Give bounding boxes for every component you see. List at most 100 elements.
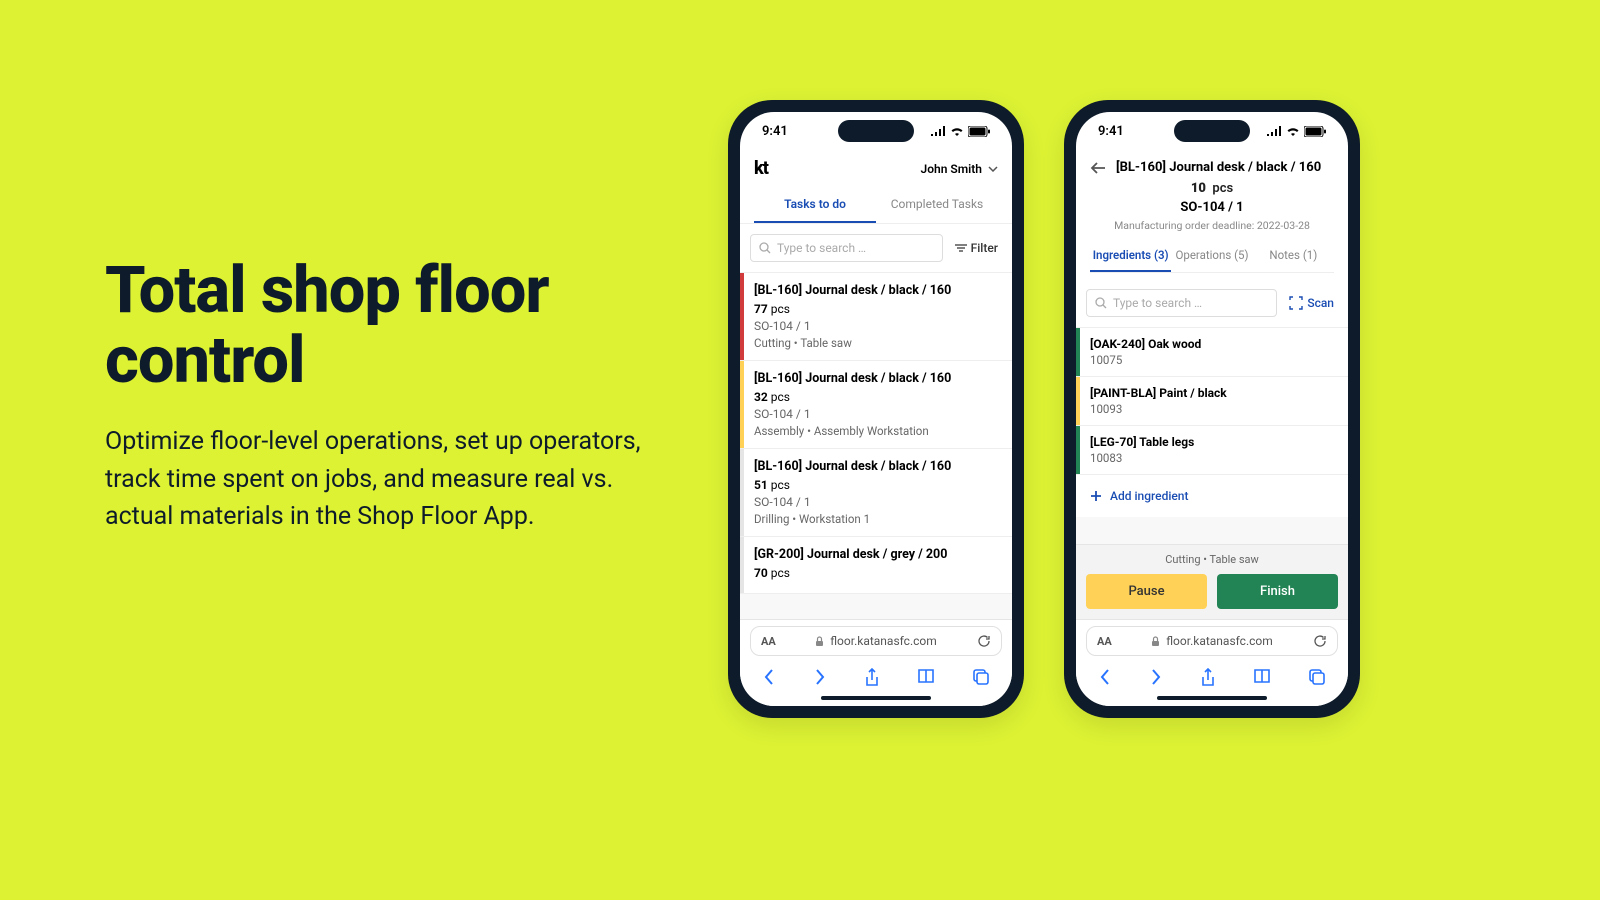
phone-detail: 9:41 [BL-160] Journal desk / black / 160 xyxy=(1064,100,1360,718)
ingredient-title: [PAINT-BLA] Paint / black xyxy=(1090,386,1336,400)
url-bar[interactable]: AA floor.katanasfc.com xyxy=(750,626,1002,656)
ingredient-row[interactable]: [PAINT-BLA] Paint / black 10093 xyxy=(1076,377,1348,426)
back-button[interactable] xyxy=(1090,161,1106,175)
user-menu[interactable]: John Smith xyxy=(921,162,998,176)
scan-button[interactable]: Scan xyxy=(1285,289,1338,317)
status-bar: 9:41 xyxy=(740,112,1012,150)
pause-button[interactable]: Pause xyxy=(1086,574,1207,609)
forward-icon[interactable] xyxy=(813,668,827,688)
arrow-left-icon xyxy=(1090,161,1106,175)
scan-icon xyxy=(1289,296,1303,310)
plus-icon xyxy=(1090,490,1102,502)
task-op: Drilling • Workstation 1 xyxy=(754,512,1000,526)
task-qty: 77 pcs xyxy=(754,302,1000,316)
task-row[interactable]: [BL-160] Journal desk / black / 160 32 p… xyxy=(740,361,1012,449)
search-placeholder: Type to search … xyxy=(777,241,866,255)
detail-qty: 10 pcs xyxy=(1191,181,1233,196)
ingredient-num: 10075 xyxy=(1090,353,1336,367)
lock-icon xyxy=(1151,636,1160,647)
task-qty: 70 pcs xyxy=(754,566,1000,580)
task-so: SO-104 / 1 xyxy=(754,319,1000,333)
tab-tasks-completed[interactable]: Completed Tasks xyxy=(876,187,998,223)
search-placeholder: Type to search … xyxy=(1113,296,1202,310)
detail-deadline: Manufacturing order deadline: 2022-03-28 xyxy=(1090,219,1334,232)
tab-tasks-todo[interactable]: Tasks to do xyxy=(754,187,876,223)
task-row[interactable]: [BL-160] Journal desk / black / 160 77 p… xyxy=(740,273,1012,361)
back-icon[interactable] xyxy=(762,668,776,688)
phone-mockups: 9:41 kt John Smith xyxy=(728,100,1360,718)
task-title: [BL-160] Journal desk / black / 160 xyxy=(754,371,1000,386)
detail-so: SO-104 / 1 xyxy=(1090,200,1334,215)
task-so: SO-104 / 1 xyxy=(754,407,1000,421)
search-icon xyxy=(759,242,771,254)
status-stripe xyxy=(1076,426,1080,474)
search-input[interactable]: Type to search … xyxy=(750,234,943,262)
task-qty: 32 pcs xyxy=(754,390,1000,404)
status-stripe xyxy=(740,449,744,536)
status-stripe xyxy=(740,361,744,448)
detail-title: [BL-160] Journal desk / black / 160 xyxy=(1116,160,1321,175)
forward-icon[interactable] xyxy=(1149,668,1163,688)
task-so: SO-104 / 1 xyxy=(754,495,1000,509)
status-bar: 9:41 xyxy=(1076,112,1348,150)
filter-button[interactable]: Filter xyxy=(951,234,1002,262)
add-ingredient-label: Add ingredient xyxy=(1110,489,1189,503)
task-row[interactable]: [BL-160] Journal desk / black / 160 51 p… xyxy=(740,449,1012,537)
ingredient-row[interactable]: [OAK-240] Oak wood 10075 xyxy=(1076,328,1348,377)
share-icon[interactable] xyxy=(864,668,880,688)
signal-icon xyxy=(930,126,946,136)
filter-icon xyxy=(955,243,967,253)
add-ingredient-button[interactable]: Add ingredient xyxy=(1076,475,1348,517)
task-row[interactable]: [GR-200] Journal desk / grey / 200 70 pc… xyxy=(740,537,1012,594)
tabs-icon[interactable] xyxy=(1308,668,1326,688)
task-list: [BL-160] Journal desk / black / 160 77 p… xyxy=(740,273,1012,619)
task-title: [BL-160] Journal desk / black / 160 xyxy=(754,459,1000,474)
search-input[interactable]: Type to search … xyxy=(1086,289,1277,317)
battery-icon xyxy=(968,126,990,137)
text-size-icon[interactable]: AA xyxy=(761,635,776,648)
tab-ingredients[interactable]: Ingredients (3) xyxy=(1090,240,1171,272)
wifi-icon xyxy=(950,126,964,136)
back-icon[interactable] xyxy=(1098,668,1112,688)
url-text: floor.katanasfc.com xyxy=(1166,634,1273,648)
text-size-icon[interactable]: AA xyxy=(1097,635,1112,648)
tab-operations[interactable]: Operations (5) xyxy=(1171,240,1252,272)
status-stripe xyxy=(1076,377,1080,425)
ingredient-list: [OAK-240] Oak wood 10075 [PAINT-BLA] Pai… xyxy=(1076,328,1348,475)
ingredient-title: [OAK-240] Oak wood xyxy=(1090,337,1336,351)
signal-icon xyxy=(1266,126,1282,136)
bookmarks-icon[interactable] xyxy=(917,668,935,688)
status-stripe xyxy=(1076,328,1080,376)
status-indicators xyxy=(930,126,990,137)
tabs-icon[interactable] xyxy=(972,668,990,688)
chevron-down-icon xyxy=(988,166,998,172)
reload-icon[interactable] xyxy=(977,634,991,648)
home-indicator xyxy=(740,690,1012,706)
hero-title: Total shop floor control xyxy=(105,255,645,395)
tab-notes[interactable]: Notes (1) xyxy=(1253,240,1334,272)
reload-icon[interactable] xyxy=(1313,634,1327,648)
ingredient-row[interactable]: [LEG-70] Table legs 10083 xyxy=(1076,426,1348,475)
url-text: floor.katanasfc.com xyxy=(830,634,937,648)
dynamic-island xyxy=(1174,120,1250,142)
home-indicator xyxy=(1076,690,1348,706)
task-title: [BL-160] Journal desk / black / 160 xyxy=(754,283,1000,298)
task-op: Assembly • Assembly Workstation xyxy=(754,424,1000,438)
hero-copy: Total shop floor control Optimize floor-… xyxy=(105,255,645,536)
task-op: Cutting • Table saw xyxy=(754,336,1000,350)
status-time: 9:41 xyxy=(762,124,788,139)
dynamic-island xyxy=(838,120,914,142)
url-bar[interactable]: AA floor.katanasfc.com xyxy=(1086,626,1338,656)
bookmarks-icon[interactable] xyxy=(1253,668,1271,688)
phone-tasks: 9:41 kt John Smith xyxy=(728,100,1024,718)
share-icon[interactable] xyxy=(1200,668,1216,688)
ingredient-num: 10093 xyxy=(1090,402,1336,416)
finish-button[interactable]: Finish xyxy=(1217,574,1338,609)
battery-icon xyxy=(1304,126,1326,137)
status-time: 9:41 xyxy=(1098,124,1124,139)
search-icon xyxy=(1095,297,1107,309)
status-stripe xyxy=(740,537,744,593)
status-stripe xyxy=(740,273,744,360)
lock-icon xyxy=(815,636,824,647)
user-name: John Smith xyxy=(921,162,982,176)
